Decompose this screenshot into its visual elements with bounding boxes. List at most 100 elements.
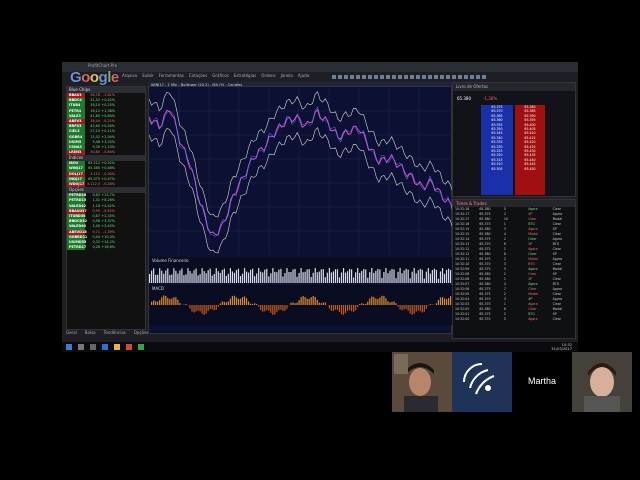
volume-bar xyxy=(286,268,288,283)
toolbar-button-icon[interactable] xyxy=(476,74,480,79)
chrome-icon[interactable] xyxy=(126,344,132,350)
price-chart[interactable]: Volume Financeiro MACD xyxy=(148,86,454,334)
toolbar-button-icon[interactable] xyxy=(368,74,372,79)
macd-bar xyxy=(223,301,225,305)
volume-bar xyxy=(409,278,411,283)
toolbar-button-icon[interactable] xyxy=(386,74,390,79)
toolbar-button-icon[interactable] xyxy=(428,74,432,79)
volume-bar xyxy=(237,268,240,283)
edge-icon[interactable] xyxy=(102,344,108,350)
bid-level[interactable]: 65.305 xyxy=(481,167,513,171)
macd-bar xyxy=(369,298,371,305)
watchlist-row[interactable]: PETRD17 0,28 +16,6% xyxy=(67,245,145,251)
toolbar-button-icon[interactable] xyxy=(362,74,366,79)
macd-bar xyxy=(367,301,369,305)
bottom-tab[interactable]: Opções xyxy=(134,330,149,336)
volume-bar xyxy=(389,270,391,283)
toolbar-button-icon[interactable] xyxy=(344,74,348,79)
watchlist-cell-price: 3.112,5 xyxy=(87,182,100,186)
toolbar-button-icon[interactable] xyxy=(356,74,360,79)
volume-bar xyxy=(443,273,446,283)
macd-bar xyxy=(167,297,169,305)
toolbar-button-icon[interactable] xyxy=(332,74,336,79)
volume-bar xyxy=(217,271,219,283)
volume-bar xyxy=(361,271,363,283)
times-trades-list: 10:32:18 65.380 5 Ágora Clear 10:32:17 65.375 2… xyxy=(453,207,575,322)
logo-letter: o xyxy=(89,69,99,86)
volume-bar xyxy=(312,272,314,283)
macd-bar xyxy=(252,303,254,305)
toolbar-button-icon[interactable] xyxy=(380,74,384,79)
volume-bar xyxy=(191,273,193,283)
toolbar-button-icon[interactable] xyxy=(458,74,462,79)
trade-cell: 10:32:00 xyxy=(455,317,470,321)
macd-bar xyxy=(171,298,173,305)
start-icon[interactable] xyxy=(66,344,72,350)
macd-bar xyxy=(296,302,298,305)
toolbar-button-icon[interactable] xyxy=(482,74,486,79)
toolbar-button-icon[interactable] xyxy=(452,74,456,79)
watchlist-cell-chg: -0,64% xyxy=(103,150,115,155)
volume-bar xyxy=(187,268,189,283)
bottom-tab[interactable]: Bolsa xyxy=(85,330,96,336)
logo-letter: g xyxy=(98,69,108,86)
menu-item[interactable]: Gráficos xyxy=(212,73,228,78)
task-view-icon[interactable] xyxy=(90,344,96,350)
toolbar-button-icon[interactable] xyxy=(446,74,450,79)
toolbar-button-icon[interactable] xyxy=(410,74,414,79)
toolbar-button-icon[interactable] xyxy=(350,74,354,79)
menu-item[interactable]: Arquivo xyxy=(122,73,137,78)
volume-bar xyxy=(340,272,343,283)
macd-bar xyxy=(201,305,203,314)
menu-item[interactable]: Janela xyxy=(281,73,293,78)
volume-bar xyxy=(173,268,175,283)
macd-bar xyxy=(304,297,306,305)
bottom-tab[interactable]: Tendências xyxy=(104,330,126,336)
toolbar-button-icon[interactable] xyxy=(434,74,438,79)
toolbar-button-icon[interactable] xyxy=(392,74,396,79)
profit-app-icon[interactable] xyxy=(138,344,144,350)
macd-bar xyxy=(332,305,335,311)
macd-bar xyxy=(447,298,450,305)
toolbar-button-icon[interactable] xyxy=(404,74,408,79)
macd-bar xyxy=(308,298,310,305)
macd-bar xyxy=(163,295,165,305)
volume-bar xyxy=(225,275,227,283)
volume-bar xyxy=(330,272,332,283)
menu-item[interactable]: Cotações xyxy=(189,73,207,78)
menu-item[interactable]: Ajuda xyxy=(298,73,309,78)
toolbar-button-icon[interactable] xyxy=(416,74,420,79)
macd-label: MACD xyxy=(152,286,164,291)
toolbar-button-icon[interactable] xyxy=(338,74,342,79)
macd-bar xyxy=(399,305,401,310)
macd-bar xyxy=(205,305,207,314)
toolbar-button-icon[interactable] xyxy=(422,74,426,79)
volume-bar xyxy=(324,277,326,283)
logo-letter: e xyxy=(110,69,119,86)
toolbar-button-icon[interactable] xyxy=(440,74,444,79)
bottom-tab[interactable]: Geral xyxy=(66,330,77,336)
macd-bar xyxy=(415,305,417,312)
toolbar-button-icon[interactable] xyxy=(470,74,474,79)
toolbar-button-icon[interactable] xyxy=(398,74,402,79)
menu-item[interactable]: Ordens xyxy=(261,73,275,78)
menu-item[interactable]: Exibir xyxy=(142,73,153,78)
toolbar-button-icon[interactable] xyxy=(464,74,468,79)
watchlist-cell-chg: +16,6% xyxy=(101,245,115,250)
search-icon[interactable] xyxy=(78,344,84,350)
volume-bar xyxy=(447,268,450,283)
clock-date: 31/03/2017 xyxy=(551,347,572,351)
toolbar-button-icon[interactable] xyxy=(374,74,378,79)
macd-bar xyxy=(207,305,209,312)
volume-bar xyxy=(425,271,427,283)
ask-level[interactable]: 65.450 xyxy=(515,167,545,171)
macd-bar xyxy=(231,296,234,305)
menu-item[interactable]: Estratégias xyxy=(234,73,257,78)
volume-bar xyxy=(149,274,151,283)
macd-bar xyxy=(334,305,337,310)
volume-bar xyxy=(239,275,242,283)
volume-bar xyxy=(167,268,169,283)
volume-bar xyxy=(449,269,452,283)
folder-icon[interactable] xyxy=(114,344,120,350)
menu-item[interactable]: Ferramentas xyxy=(159,73,184,78)
